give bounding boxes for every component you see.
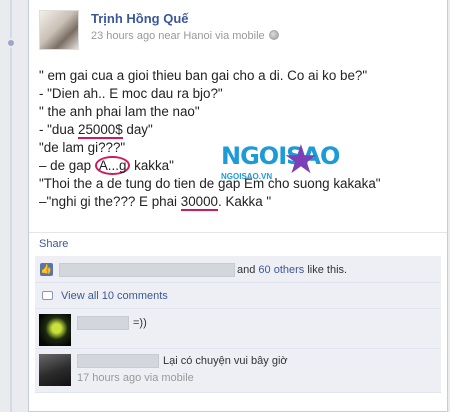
post-line: - "dua 25000$ day" xyxy=(39,121,439,139)
view-all-row[interactable]: View all 10 comments xyxy=(35,283,441,309)
comment-timestamp[interactable]: 17 hours ago via mobile xyxy=(77,371,194,385)
post-line-text: day" xyxy=(122,122,153,137)
circled-word: A...g xyxy=(94,156,131,175)
author-name[interactable]: Trịnh Hồng Quế xyxy=(91,11,189,26)
underlined-amount: 30000 xyxy=(180,194,218,211)
post-line-text: - "dua xyxy=(39,122,78,137)
blurred-names xyxy=(59,263,235,277)
post-line: " em gai cua a gioi thieu ban gai cho a … xyxy=(39,67,439,85)
view-all-comments-link[interactable]: View all 10 comments xyxy=(61,289,168,303)
post-line-text: kakka" xyxy=(130,158,174,173)
post-line-text: " em gai cua a gioi thieu ban gai cho a … xyxy=(39,68,368,83)
likes-suffix: like this. xyxy=(304,264,348,276)
post-line-text: "Thoi the a de tung do tien de gap Em ch… xyxy=(39,176,381,191)
likes-sentence: and 60 others like this. xyxy=(237,263,347,277)
feedback-section: 👍 and 60 others like this. View all 10 c… xyxy=(35,256,441,393)
comment-item: =)) xyxy=(35,309,441,349)
story-card: Trịnh Hồng Quế 23 hours ago near Hanoi v… xyxy=(28,0,448,412)
comments-icon xyxy=(42,291,53,300)
author-avatar[interactable] xyxy=(39,10,79,50)
comment-item: Lại có chuyện vui bây giờ 17 hours ago v… xyxy=(35,349,441,393)
story-actions: Share xyxy=(29,232,447,254)
post-line: - "Dien ah.. E moc dau ra bjo?" xyxy=(39,85,439,103)
post-line-text: "de lam gi???" xyxy=(39,140,126,155)
others-link[interactable]: 60 others xyxy=(258,264,304,276)
blurred-commenter-name xyxy=(77,316,129,330)
post-line-text: – de gap xyxy=(39,158,95,173)
commenter-avatar[interactable] xyxy=(39,354,71,386)
commenter-avatar[interactable] xyxy=(39,314,71,346)
underlined-amount: 25000$ xyxy=(78,122,123,139)
watermark-brand: NGOISAO xyxy=(221,142,340,170)
watermark-domain: NGOISAO.VN xyxy=(221,172,273,181)
post-line: " the anh phai lam the nao" xyxy=(39,103,439,121)
post-line-text: –"nghi gi the??? E phai xyxy=(39,194,181,209)
post-line-text: " the anh phai lam the nao" xyxy=(39,104,200,119)
comment-text: =)) xyxy=(133,317,147,329)
globe-icon[interactable] xyxy=(268,30,279,40)
blurred-commenter-name xyxy=(77,354,159,368)
post-line-text: . Kakka " xyxy=(218,194,272,209)
post-line-text: - "Dien ah.. E moc dau ra bjo?" xyxy=(39,86,223,101)
timeline-spine xyxy=(10,0,12,412)
likes-and: and xyxy=(237,264,259,276)
like-thumb-icon: 👍 xyxy=(40,263,53,276)
share-link[interactable]: Share xyxy=(39,238,68,250)
watermark-logo: NGOISAO ★ NGOISAO.VN xyxy=(213,138,340,196)
likes-row: 👍 and 60 others like this. xyxy=(35,256,441,283)
comment-text: Lại có chuyện vui bây giờ xyxy=(163,355,288,367)
star-icon: ★ xyxy=(283,138,319,182)
timeline-dot xyxy=(6,38,16,48)
story-meta: 23 hours ago near Hanoi via mobile xyxy=(91,30,279,42)
story-timestamp[interactable]: 23 hours ago near Hanoi via mobile xyxy=(91,30,265,42)
